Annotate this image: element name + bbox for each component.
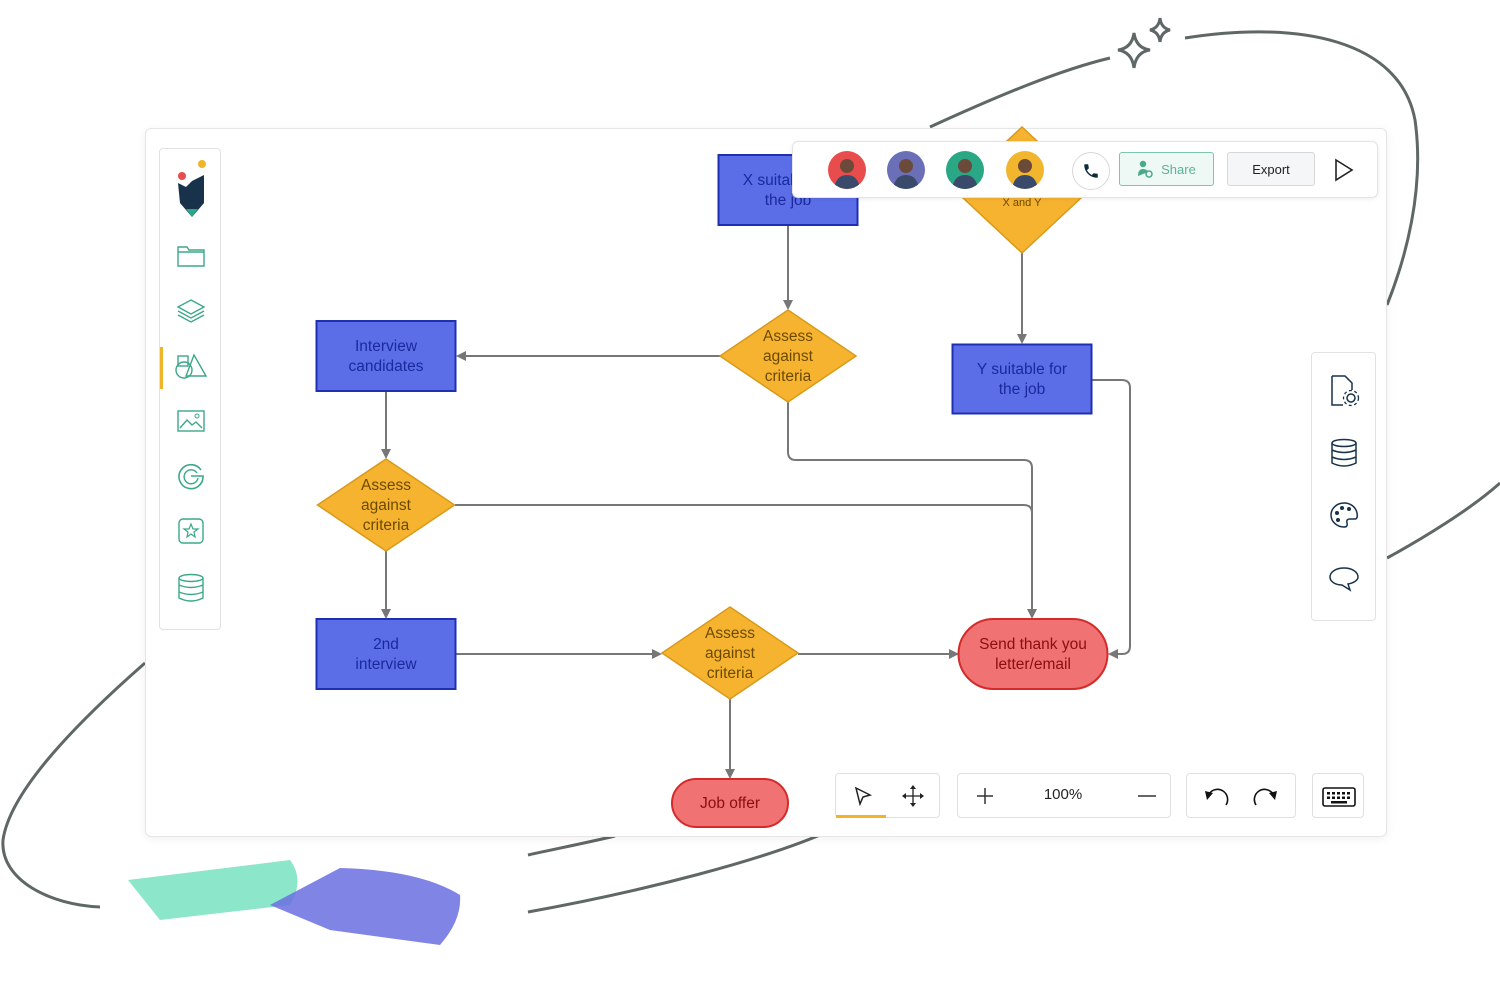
sticker-button[interactable] xyxy=(174,514,208,548)
node-label: Assess xyxy=(361,477,411,494)
zoom-controls: 100% xyxy=(957,773,1171,818)
node-label: Assess xyxy=(763,328,813,345)
share-label: Share xyxy=(1161,161,1196,177)
undo-button[interactable] xyxy=(1201,782,1231,810)
minus-icon xyxy=(1138,795,1156,797)
flowchart-node-second-interview[interactable]: 2nd interview xyxy=(315,618,457,690)
node-label: letter/email xyxy=(995,656,1071,673)
theme-button[interactable] xyxy=(1326,497,1362,533)
page-settings-icon xyxy=(1331,375,1360,407)
flowchart-node-interview[interactable]: Interview candidates xyxy=(315,320,457,392)
layers-button[interactable] xyxy=(174,294,208,328)
folder-button[interactable] xyxy=(174,239,208,273)
app-logo xyxy=(178,160,206,217)
share-user-icon xyxy=(1138,160,1153,178)
share-button[interactable]: Share xyxy=(1119,152,1214,186)
flowchart-node-assess1[interactable]: Assess against criteria xyxy=(718,309,858,403)
node-label: criteria xyxy=(707,665,754,682)
layers-icon xyxy=(177,299,205,323)
connector[interactable] xyxy=(455,504,1033,560)
google-button[interactable] xyxy=(174,459,208,493)
phone-icon xyxy=(1084,164,1098,178)
present-play-icon[interactable] xyxy=(1333,158,1355,182)
connector[interactable] xyxy=(787,402,1037,619)
page-settings-button[interactable] xyxy=(1326,373,1362,409)
sticker-icon xyxy=(178,518,204,544)
left-toolbar xyxy=(159,148,221,630)
process-shape xyxy=(315,320,457,392)
comment-icon xyxy=(1329,567,1359,592)
active-tool-indicator xyxy=(836,815,886,818)
call-button[interactable] xyxy=(1072,152,1110,190)
node-label: interview xyxy=(355,656,417,673)
node-label: against xyxy=(763,348,814,365)
collaborator-avatar[interactable] xyxy=(828,151,866,189)
node-label: Interview xyxy=(355,338,418,355)
flowchart-node-thank-you[interactable]: Send thank you letter/email xyxy=(957,618,1109,690)
right-toolbar xyxy=(1311,352,1376,621)
node-label: the job xyxy=(999,381,1046,398)
flowchart-node-assess3[interactable]: Assess against criteria xyxy=(660,606,800,700)
keyboard-icon xyxy=(1322,787,1356,807)
image-icon xyxy=(177,410,205,432)
database-button[interactable] xyxy=(174,571,208,605)
database-icon xyxy=(178,573,204,602)
node-label: Assess xyxy=(705,625,755,642)
node-label: X and Y xyxy=(1003,197,1043,209)
flowchart-node-y-suitable[interactable]: Y suitable for the job xyxy=(951,343,1093,415)
image-button[interactable] xyxy=(174,404,208,438)
plus-icon xyxy=(977,788,993,804)
node-label: Job offer xyxy=(700,795,760,812)
comments-button[interactable] xyxy=(1326,561,1362,597)
undo-icon xyxy=(1205,788,1229,806)
history-controls xyxy=(1186,773,1296,818)
connector[interactable] xyxy=(1092,379,1131,659)
flowchart-node-assess2[interactable]: Assess against criteria xyxy=(316,458,456,552)
shapes-button[interactable] xyxy=(174,349,208,383)
collaboration-toolbar: Share Export xyxy=(792,141,1378,198)
google-icon xyxy=(178,463,204,490)
redo-button[interactable] xyxy=(1251,782,1281,810)
node-label: against xyxy=(705,645,756,662)
node-label: against xyxy=(361,497,412,514)
process-shape xyxy=(951,343,1093,415)
node-label: 2nd xyxy=(373,636,399,653)
pointer-icon xyxy=(854,786,873,806)
database-icon xyxy=(1331,438,1357,467)
move-icon xyxy=(902,785,924,807)
tool-mode-group xyxy=(835,773,940,818)
collaborator-avatar[interactable] xyxy=(887,151,925,189)
node-label: candidates xyxy=(349,358,424,375)
shapes-icon xyxy=(175,353,208,379)
terminal-shape xyxy=(957,618,1109,690)
process-shape xyxy=(315,618,457,690)
redo-icon xyxy=(1253,788,1277,806)
pan-tool-button[interactable] xyxy=(898,782,928,810)
export-button[interactable]: Export xyxy=(1227,152,1315,186)
data-button[interactable] xyxy=(1326,435,1362,471)
collaborator-avatar[interactable] xyxy=(946,151,984,189)
select-tool-button[interactable] xyxy=(848,782,878,810)
node-label: criteria xyxy=(363,517,410,534)
zoom-out-button[interactable] xyxy=(1132,782,1162,810)
node-label: Y suitable for xyxy=(977,361,1067,378)
zoom-in-button[interactable] xyxy=(970,782,1000,810)
node-label: Send thank you xyxy=(979,636,1087,653)
flowchart-node-job-offer[interactable]: Job offer xyxy=(671,778,789,828)
export-label: Export xyxy=(1252,161,1290,177)
zoom-level: 100% xyxy=(1043,786,1083,803)
keyboard-shortcuts-button[interactable] xyxy=(1312,773,1364,818)
palette-icon xyxy=(1330,502,1358,528)
collaborator-avatar[interactable] xyxy=(1006,151,1044,189)
node-label: criteria xyxy=(765,368,812,385)
active-indicator xyxy=(160,347,163,389)
folder-icon xyxy=(177,246,205,267)
